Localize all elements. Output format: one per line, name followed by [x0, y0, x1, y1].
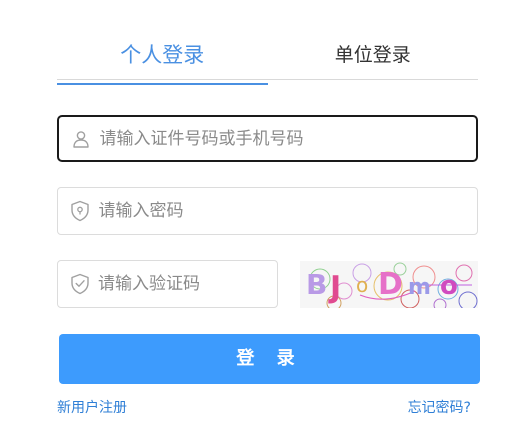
shield-check-icon [70, 273, 90, 295]
user-icon [71, 128, 91, 150]
captcha-field[interactable] [57, 260, 278, 308]
tab-personal-login[interactable]: 个人登录 [57, 38, 268, 85]
captcha-image[interactable]: B J o D m o [300, 261, 478, 308]
captcha-input[interactable] [98, 274, 277, 294]
forgot-password-link[interactable]: 忘记密码? [408, 397, 471, 417]
password-field[interactable] [57, 187, 478, 235]
svg-text:D: D [378, 267, 403, 302]
id-number-field[interactable] [57, 115, 478, 162]
svg-text:J: J [328, 270, 341, 305]
login-button[interactable]: 登 录 [59, 334, 480, 384]
svg-text:B: B [306, 268, 327, 301]
svg-text:o: o [440, 271, 458, 301]
svg-text:m: m [408, 275, 431, 300]
register-link[interactable]: 新用户注册 [57, 397, 127, 417]
tab-organization-login[interactable]: 单位登录 [268, 38, 479, 79]
shield-lock-icon [70, 200, 90, 222]
id-number-input[interactable] [99, 128, 476, 149]
password-input[interactable] [98, 201, 477, 221]
login-tabs: 个人登录 单位登录 [57, 38, 479, 85]
svg-text:o: o [356, 273, 368, 297]
captcha-graphic: B J o D m o [300, 261, 478, 308]
